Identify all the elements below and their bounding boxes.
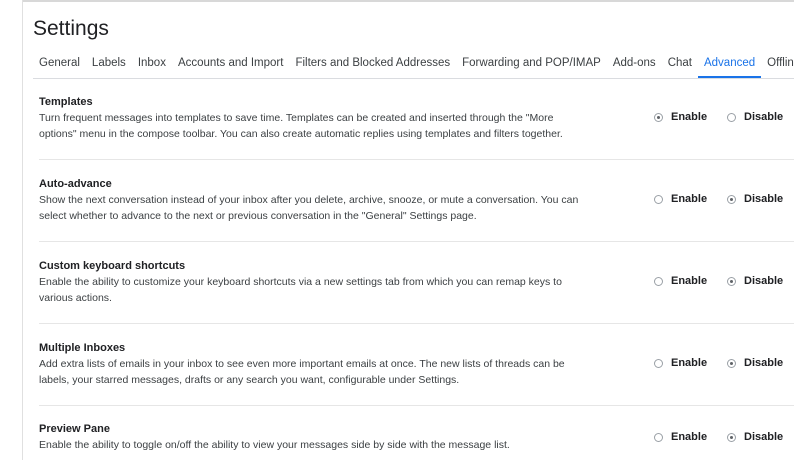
- setting-auto-advance: Auto-advance Show the next conversation …: [39, 178, 794, 242]
- enable-label: Enable: [671, 111, 708, 123]
- tab-inbox[interactable]: Inbox: [132, 52, 172, 76]
- auto-advance-disable-option[interactable]: Disable: [727, 193, 783, 205]
- left-gutter: [0, 0, 23, 460]
- radio-button-icon[interactable]: [727, 112, 736, 122]
- radio-button-icon[interactable]: [727, 194, 736, 204]
- radio-button-icon[interactable]: [654, 194, 663, 204]
- radio-button-icon[interactable]: [727, 358, 736, 368]
- tab-advanced[interactable]: Advanced: [697, 52, 762, 78]
- setting-description: Show the next conversation instead of yo…: [39, 194, 579, 222]
- setting-description: Enable the ability to toggle on/off the …: [39, 439, 510, 451]
- radio-button-icon[interactable]: [727, 432, 736, 442]
- radio-button-icon[interactable]: [654, 358, 663, 368]
- keyboard-shortcuts-enable-option[interactable]: Enable: [654, 275, 707, 287]
- setting-description: Enable the ability to customize your key…: [39, 276, 562, 304]
- enable-label: Enable: [671, 275, 708, 287]
- preview-pane-disable-option[interactable]: Disable: [727, 431, 783, 443]
- setting-templates: Templates Turn frequent messages into te…: [39, 96, 794, 160]
- tab-general[interactable]: General: [33, 52, 86, 76]
- templates-disable-option[interactable]: Disable: [727, 111, 783, 123]
- disable-label: Disable: [744, 431, 784, 443]
- setting-description: Add extra lists of emails in your inbox …: [39, 358, 565, 386]
- tab-add-ons[interactable]: Add-ons: [607, 52, 662, 76]
- setting-description: Turn frequent messages into templates to…: [39, 112, 563, 140]
- tab-forwarding-and-pop-imap[interactable]: Forwarding and POP/IMAP: [456, 52, 607, 76]
- setting-preview-pane: Preview Pane Enable the ability to toggl…: [39, 423, 794, 459]
- preview-pane-enable-option[interactable]: Enable: [654, 431, 707, 443]
- setting-title: Custom keyboard shortcuts: [39, 260, 186, 272]
- disable-label: Disable: [744, 275, 784, 287]
- multiple-inboxes-disable-option[interactable]: Disable: [727, 357, 783, 369]
- setting-title: Auto-advance: [39, 178, 112, 190]
- tab-accounts-and-import[interactable]: Accounts and Import: [172, 52, 289, 76]
- setting-title: Preview Pane: [39, 423, 110, 435]
- tab-filters-and-blocked-addresses[interactable]: Filters and Blocked Addresses: [289, 52, 456, 76]
- enable-label: Enable: [671, 357, 708, 369]
- settings-panel: Settings General Labels Inbox Accounts a…: [23, 2, 794, 460]
- auto-advance-enable-option[interactable]: Enable: [654, 193, 707, 205]
- setting-title: Multiple Inboxes: [39, 342, 126, 354]
- setting-custom-keyboard-shortcuts: Custom keyboard shortcuts Enable the abi…: [39, 260, 794, 324]
- disable-label: Disable: [744, 111, 784, 123]
- page-title: Settings: [33, 17, 109, 40]
- settings-tabs: General Labels Inbox Accounts and Import…: [33, 52, 794, 79]
- setting-title: Templates: [39, 96, 93, 108]
- enable-label: Enable: [671, 431, 708, 443]
- disable-label: Disable: [744, 357, 784, 369]
- radio-button-icon[interactable]: [654, 276, 663, 286]
- radio-button-icon[interactable]: [654, 432, 663, 442]
- disable-label: Disable: [744, 193, 784, 205]
- radio-button-icon[interactable]: [727, 276, 736, 286]
- keyboard-shortcuts-disable-option[interactable]: Disable: [727, 275, 783, 287]
- templates-enable-option[interactable]: Enable: [654, 111, 707, 123]
- tab-labels[interactable]: Labels: [86, 52, 132, 76]
- multiple-inboxes-enable-option[interactable]: Enable: [654, 357, 707, 369]
- tab-offline[interactable]: Offline: [761, 52, 794, 76]
- setting-multiple-inboxes: Multiple Inboxes Add extra lists of emai…: [39, 342, 794, 406]
- enable-label: Enable: [671, 193, 708, 205]
- radio-button-icon[interactable]: [654, 112, 663, 122]
- tab-chat[interactable]: Chat: [662, 52, 698, 76]
